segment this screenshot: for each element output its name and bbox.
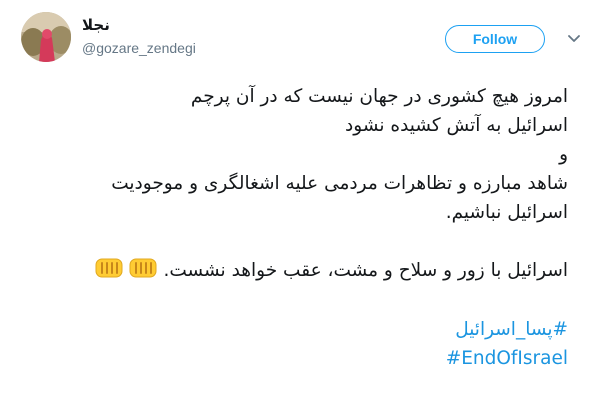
tweet-line: و bbox=[559, 144, 568, 165]
tweet-line: اسرائیل با زور و سلاح و مشت، عقب خواهد ن… bbox=[163, 260, 568, 281]
tweet-text: امروز هیچ کشوری در جهان نیست که در آن پر… bbox=[28, 82, 568, 373]
more-options-button[interactable] bbox=[566, 32, 582, 46]
oncoming-fist-icon bbox=[95, 256, 123, 280]
chevron-down-icon bbox=[568, 35, 580, 42]
display-name[interactable]: نجلا bbox=[82, 16, 110, 34]
hashtag-link[interactable]: #پسا_اسرائیل bbox=[28, 315, 568, 344]
tweet-line-with-emoji: اسرائیل با زور و سلاح و مشت، عقب خواهد ن… bbox=[28, 256, 568, 285]
hashtag-link[interactable]: #EndOfIsrael bbox=[28, 344, 568, 373]
tweet-line: اسرائیل نباشیم. bbox=[445, 202, 568, 223]
tweet-line: اسرائیل به آتش کشیده نشود bbox=[345, 115, 568, 136]
tweet-line: امروز هیچ کشوری در جهان نیست که در آن پر… bbox=[190, 86, 568, 107]
user-handle[interactable]: @gozare_zendegi bbox=[82, 40, 196, 56]
tweet-card: نجلا @gozare_zendegi Follow امروز هیچ کش… bbox=[0, 0, 606, 408]
oncoming-fist-icon bbox=[129, 256, 157, 280]
tweet-line: شاهد مبارزه و تظاهرات مردمی علیه اشغالگر… bbox=[111, 173, 568, 194]
avatar-photo-icon bbox=[21, 12, 71, 62]
avatar[interactable] bbox=[21, 12, 71, 62]
follow-button[interactable]: Follow bbox=[445, 25, 545, 53]
